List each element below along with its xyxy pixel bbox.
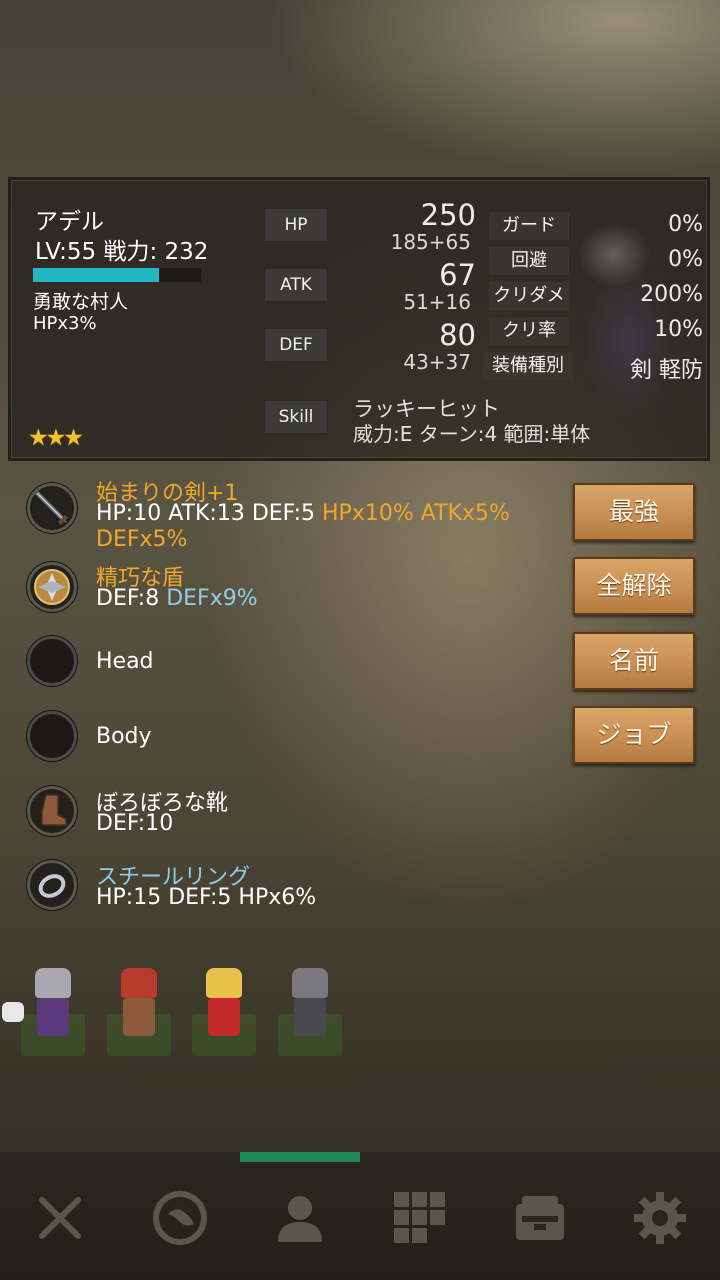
party-sprite-body	[208, 998, 240, 1036]
job-button[interactable]: ジョブ	[573, 706, 695, 764]
inventory-icon[interactable]	[390, 1188, 450, 1248]
selection-pointer-icon	[2, 1002, 24, 1022]
atk-value: 67	[439, 258, 476, 292]
party-member-3[interactable]	[192, 960, 256, 1056]
empty-slot-icon	[27, 636, 77, 686]
party-member-2[interactable]	[107, 960, 171, 1056]
rarity-stars: ★★★	[28, 425, 84, 451]
character-icon[interactable]	[270, 1188, 330, 1248]
party-member-4[interactable]	[278, 960, 342, 1056]
hp-value: 250	[420, 198, 476, 232]
head-label: Head	[96, 649, 154, 674]
unequip-all-button[interactable]: 全解除	[573, 557, 695, 615]
weapon-bonus: HPx10% ATKx5%	[322, 501, 510, 526]
battle-icon[interactable]	[30, 1188, 90, 1248]
settings-icon[interactable]	[630, 1188, 690, 1248]
sword-icon	[27, 483, 77, 533]
party-sprite-body	[294, 998, 326, 1036]
job-bonus: HPx3%	[33, 313, 97, 334]
def-value: 80	[439, 318, 476, 352]
shield-stats: DEF:8 DEFx9%	[96, 586, 258, 612]
equip-type-value: 剣 軽防	[630, 358, 703, 383]
skill-label: Skill	[264, 400, 328, 434]
body-label: Body	[96, 724, 152, 749]
feet-stats: DEF:10	[96, 811, 174, 836]
equip-type-label: 装備種別	[483, 352, 573, 380]
party-sprite-head	[35, 968, 71, 998]
boot-icon	[27, 786, 77, 836]
world-icon[interactable]	[150, 1188, 210, 1248]
guard-value: 0%	[668, 212, 703, 237]
weapon-stats: HP:10 ATK:13 DEF:5 HPx10% ATKx5%	[96, 501, 510, 527]
bottom-nav	[0, 1152, 720, 1280]
hp-breakdown: 185+65	[390, 230, 471, 254]
ring-stats: HP:15 DEF:5 HPx6%	[96, 885, 317, 910]
shop-icon[interactable]	[510, 1188, 570, 1248]
crit-damage-value: 200%	[640, 282, 703, 307]
active-tab-indicator	[240, 1152, 360, 1162]
crit-rate-value: 10%	[654, 317, 703, 342]
ring-icon	[27, 860, 77, 910]
atk-breakdown: 51+16	[403, 290, 471, 314]
shield-base-stats: DEF:8	[96, 586, 160, 611]
weapon-bonus-2: DEFx5%	[96, 527, 188, 552]
rename-button[interactable]: 名前	[573, 632, 695, 690]
party-sprite-body	[37, 998, 69, 1036]
equip-slot-ring[interactable]: スチールリング HP:15 DEF:5 HPx6%	[24, 859, 564, 915]
weapon-base-stats: HP:10 ATK:13 DEF:5	[96, 501, 316, 526]
level-power: LV:55 戦力: 232	[35, 239, 209, 265]
equip-slot-weapon[interactable]: 始まりの剣+1 HP:10 ATK:13 DEF:5 HPx10% ATKx5%…	[24, 475, 564, 555]
crit-damage-label: クリダメ	[489, 282, 569, 310]
evade-value: 0%	[668, 247, 703, 272]
equip-slot-feet[interactable]: ぼろぼろな靴 DEF:10	[24, 785, 564, 841]
equip-slot-head[interactable]: Head	[24, 636, 564, 692]
equip-slot-body[interactable]: Body	[24, 711, 564, 767]
def-breakdown: 43+37	[403, 350, 471, 374]
character-name: アデル	[35, 209, 104, 235]
auto-equip-button[interactable]: 最強	[573, 483, 695, 541]
character-status-panel: アデル LV:55 戦力: 232 勇敢な村人 HPx3% ★★★ HP ATK…	[8, 177, 710, 461]
party-sprite-body	[123, 998, 155, 1036]
evade-label: 回避	[489, 247, 569, 275]
equip-slot-shield[interactable]: 精巧な盾 DEF:8 DEFx9%	[24, 560, 564, 620]
shield-bonus: DEFx9%	[166, 586, 258, 611]
empty-slot-icon	[27, 711, 77, 761]
skill-description: 威力:E ターン:4 範囲:単体	[353, 422, 591, 446]
party-sprite-head	[206, 968, 242, 998]
job-name: 勇敢な村人	[33, 291, 129, 313]
party-sprite-head	[121, 968, 157, 998]
hp-bar-fill	[33, 268, 159, 282]
guard-label: ガード	[489, 212, 569, 240]
party-member-1[interactable]	[21, 960, 85, 1056]
party-sprite-head	[292, 968, 328, 998]
shield-icon	[27, 562, 77, 612]
hp-bar	[33, 268, 201, 282]
crit-rate-label: クリ率	[489, 317, 569, 345]
